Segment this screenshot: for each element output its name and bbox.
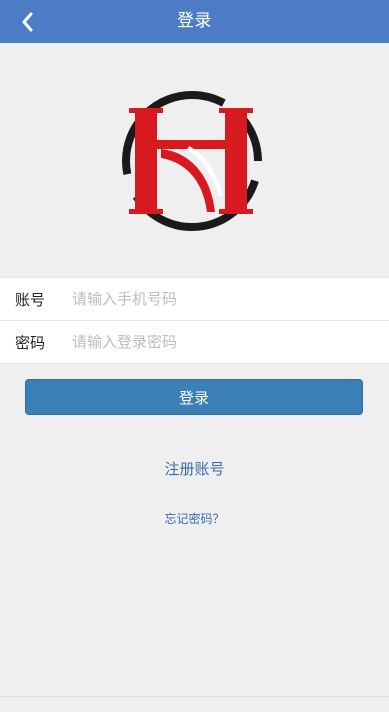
- register-link[interactable]: 注册账号: [0, 458, 389, 479]
- password-label: 密码: [15, 333, 46, 352]
- account-input[interactable]: [72, 290, 389, 308]
- account-row: 账号: [0, 278, 389, 320]
- password-row: 密码: [0, 320, 389, 363]
- login-form: 账号 密码: [0, 277, 389, 364]
- brand-logo: [122, 91, 262, 231]
- page-title: 登录: [177, 11, 212, 31]
- top-navigation-bar: 登录: [0, 0, 389, 43]
- forgot-password-link[interactable]: 忘记密码？: [0, 510, 389, 527]
- bottom-divider: [0, 696, 389, 712]
- password-input[interactable]: [72, 333, 389, 351]
- login-button[interactable]: 登录: [25, 379, 363, 415]
- account-label: 账号: [15, 290, 46, 309]
